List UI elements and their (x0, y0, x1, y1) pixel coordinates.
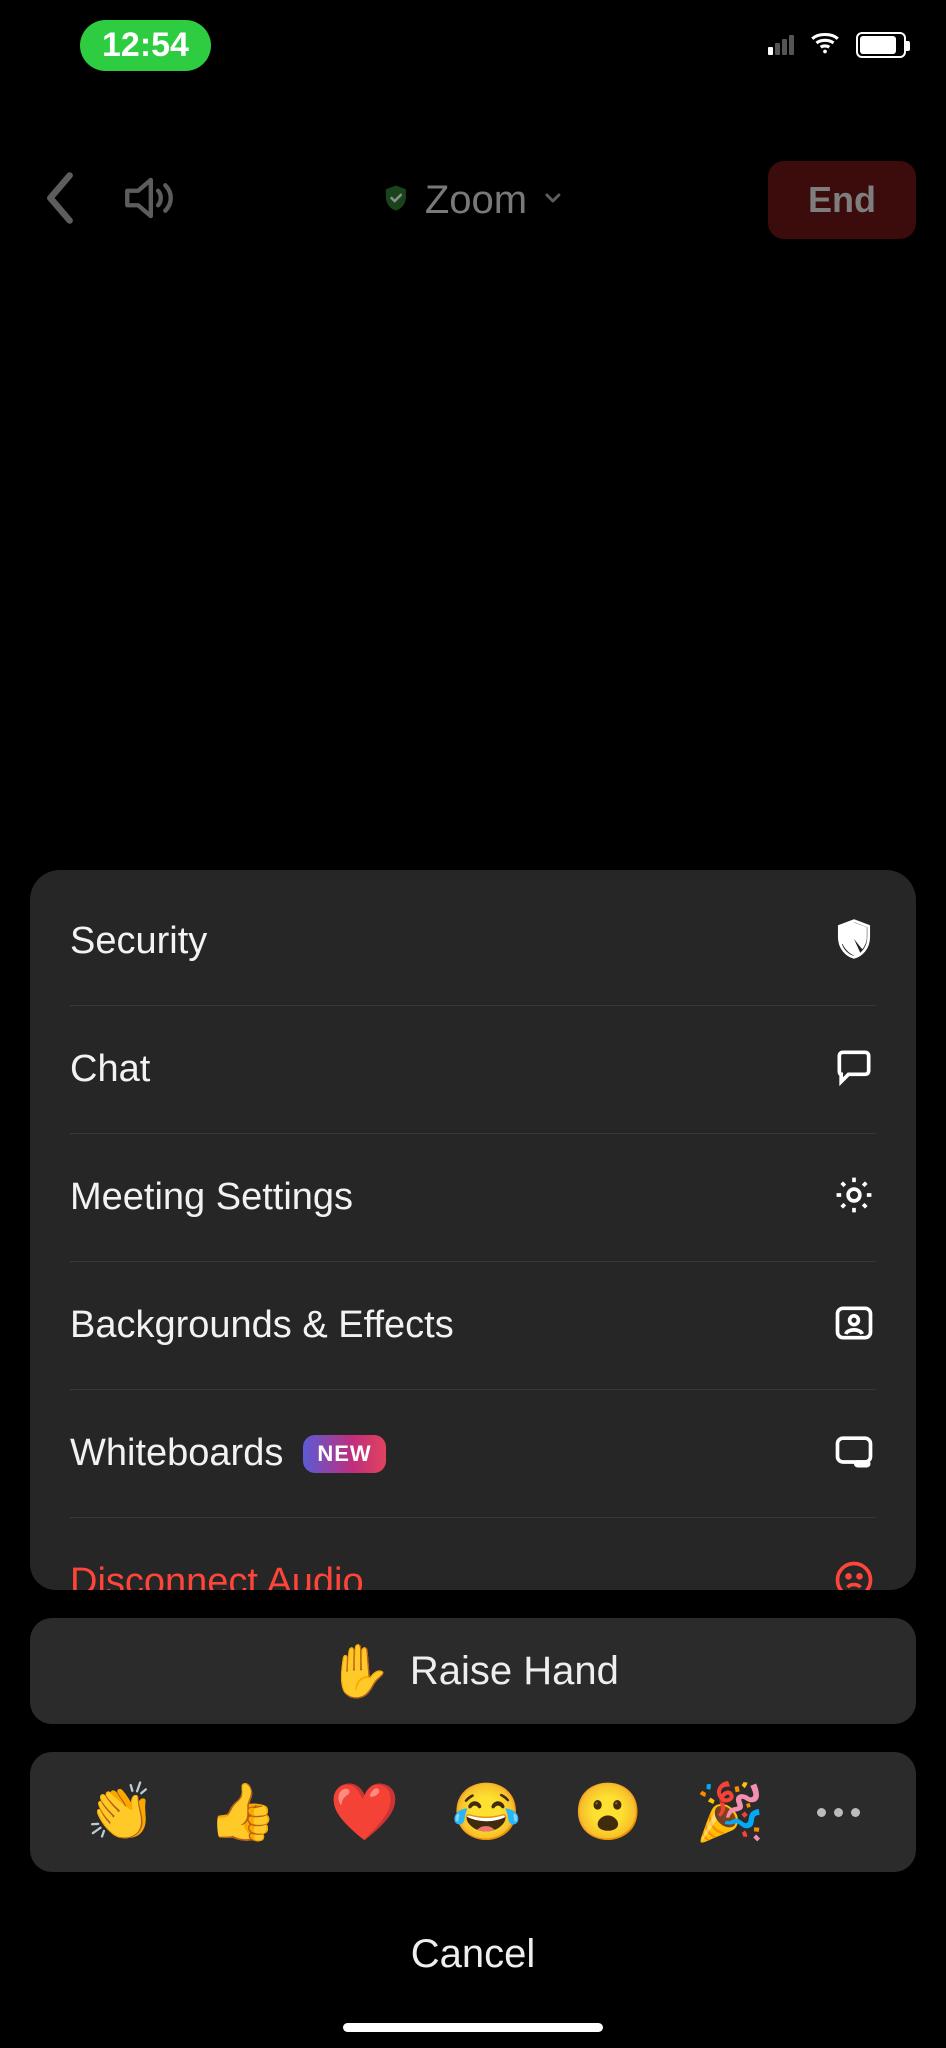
reaction-party[interactable]: 🎉 (695, 1779, 765, 1845)
back-button[interactable] (40, 169, 80, 232)
menu-label: Whiteboards NEW (70, 1432, 386, 1475)
wifi-icon (808, 26, 842, 65)
reaction-thumbs-up[interactable]: 👍 (208, 1779, 278, 1845)
home-indicator[interactable] (343, 2023, 603, 2032)
menu-item-backgrounds-effects[interactable]: Backgrounds & Effects (70, 1262, 876, 1390)
status-right (768, 26, 906, 65)
security-shield-icon (381, 183, 411, 218)
raise-hand-label: Raise Hand (410, 1649, 619, 1694)
menu-label-text: Whiteboards (70, 1432, 283, 1475)
menu-label: Backgrounds & Effects (70, 1304, 454, 1347)
person-frame-icon (832, 1301, 876, 1350)
meeting-title: Zoom (425, 178, 527, 223)
cellular-signal-icon (768, 35, 794, 55)
menu-label: Security (70, 920, 207, 963)
meeting-topbar: Zoom End (0, 150, 946, 250)
menu-panel[interactable]: Security Chat (30, 870, 916, 1590)
menu-label: Disconnect Audio (70, 1561, 364, 1591)
whiteboard-icon (832, 1429, 876, 1478)
menu-item-chat[interactable]: Chat (70, 1006, 876, 1134)
menu-label: Meeting Settings (70, 1176, 353, 1219)
shield-icon (832, 917, 876, 966)
end-meeting-button[interactable]: End (768, 161, 916, 239)
more-actions-sheet: Security Chat (30, 870, 916, 2008)
status-time-pill[interactable]: 12:54 (80, 20, 211, 71)
chevron-down-icon (541, 186, 565, 215)
menu-label: Chat (70, 1048, 150, 1091)
status-bar: 12:54 (0, 0, 946, 90)
chat-icon (832, 1045, 876, 1094)
meeting-title-dropdown[interactable]: Zoom (381, 178, 565, 223)
raise-hand-button[interactable]: ✋ Raise Hand (30, 1618, 916, 1724)
menu-item-security[interactable]: Security (70, 878, 876, 1006)
battery-icon (856, 32, 906, 58)
new-badge: NEW (303, 1435, 385, 1473)
gear-icon (832, 1173, 876, 1222)
reaction-wow[interactable]: 😮 (573, 1779, 643, 1845)
reaction-joy[interactable]: 😂 (451, 1779, 521, 1845)
cancel-button[interactable]: Cancel (30, 1900, 916, 2008)
more-reactions-button[interactable] (817, 1808, 860, 1817)
sad-face-icon (832, 1558, 876, 1591)
raise-hand-icon: ✋ (327, 1641, 392, 1702)
reaction-clap[interactable]: 👏 (86, 1779, 156, 1845)
reactions-row: 👏 👍 ❤️ 😂 😮 🎉 (30, 1752, 916, 1872)
reaction-heart[interactable]: ❤️ (330, 1779, 400, 1845)
menu-item-meeting-settings[interactable]: Meeting Settings (70, 1134, 876, 1262)
menu-item-whiteboards[interactable]: Whiteboards NEW (70, 1390, 876, 1518)
menu-item-disconnect-audio[interactable]: Disconnect Audio (70, 1518, 876, 1590)
audio-output-button[interactable] (120, 169, 178, 232)
cancel-label: Cancel (411, 1932, 536, 1977)
